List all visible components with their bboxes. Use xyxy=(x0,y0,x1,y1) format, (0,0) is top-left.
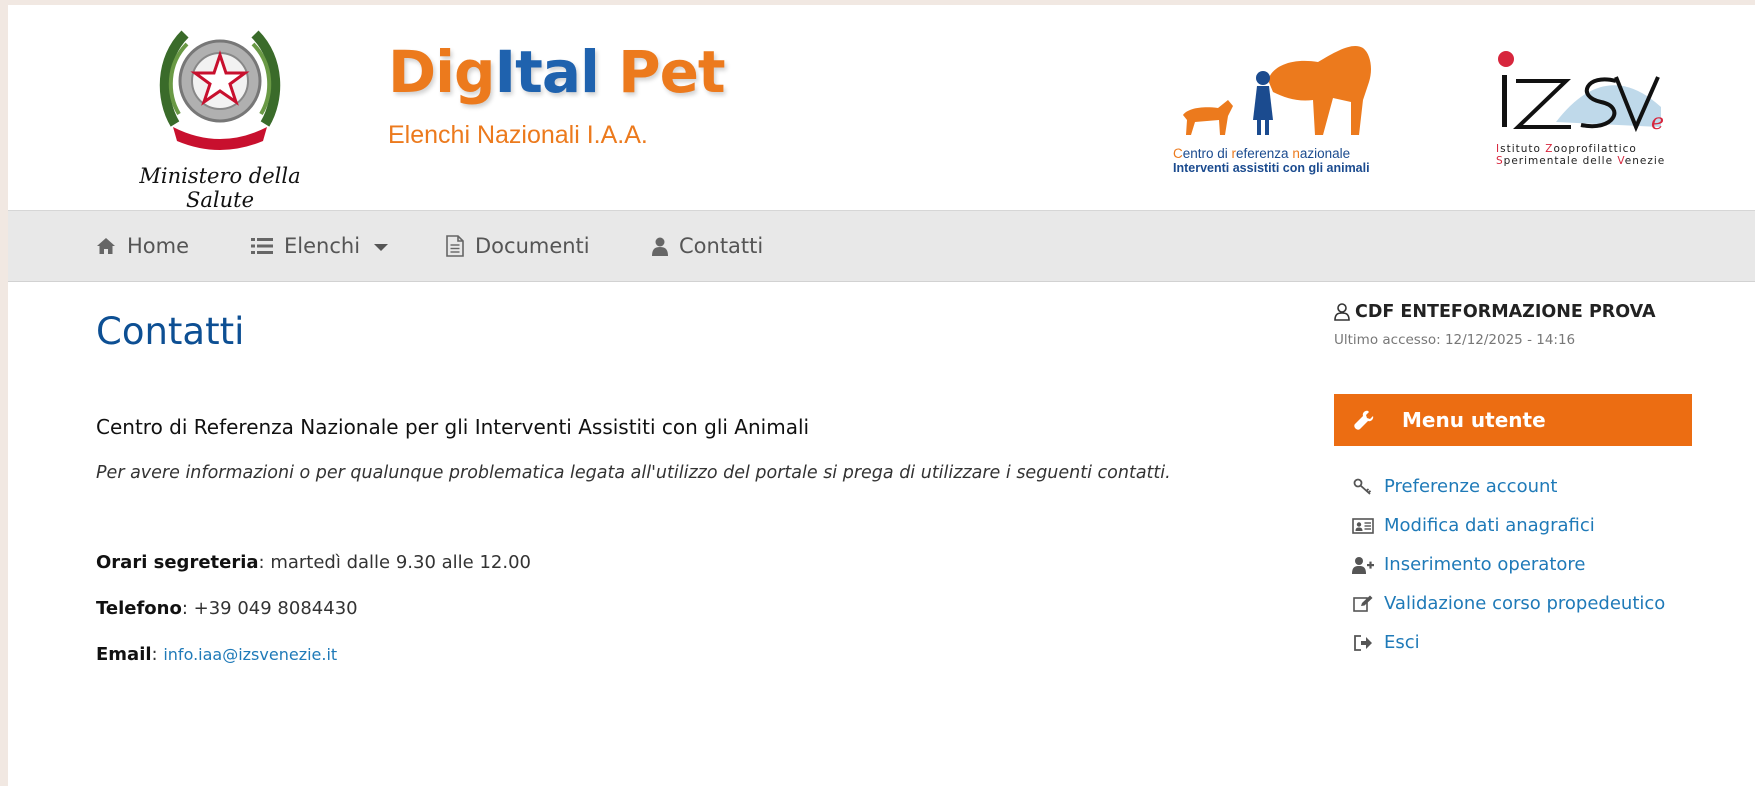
email-link[interactable]: info.iaa@izsvenezie.it xyxy=(163,645,337,664)
menu-item-label: Modifica dati anagrafici xyxy=(1384,515,1595,536)
list-icon xyxy=(251,237,273,255)
menu-item-modifica-dati[interactable]: Modifica dati anagrafici xyxy=(1351,506,1665,545)
logo-text: enezie xyxy=(1624,155,1666,167)
sign-out-icon xyxy=(1351,634,1375,651)
logo-text: entro di xyxy=(1182,146,1232,161)
id-card-icon xyxy=(1351,517,1375,534)
emblem-caption: Ministero della Salute xyxy=(139,164,301,212)
office-hours-value: : martedì dalle 9.30 alle 12.00 xyxy=(258,552,531,573)
izs-logo-line2: Sperimentale delle Venezie xyxy=(1496,155,1676,167)
logo-text: perimentale delle xyxy=(1503,155,1618,167)
logo-initial: S xyxy=(1496,155,1504,167)
user-name: CDF ENTEFORMAZIONE PROVA xyxy=(1355,302,1656,322)
centro-referenza-logo[interactable]: Centro di referenza nazionale Interventi… xyxy=(1173,40,1388,175)
office-hours-label: Orari segreteria xyxy=(96,552,259,573)
home-icon xyxy=(96,237,116,255)
logo-text: eferenza xyxy=(1236,146,1293,161)
page: Ministero della Salute DigItal Pet Elenc… xyxy=(8,5,1755,786)
wrench-icon xyxy=(1354,410,1374,430)
user-menu-list: Preferenze account Modifica dati anagraf… xyxy=(1351,467,1665,662)
edit-icon xyxy=(1351,595,1375,613)
document-icon xyxy=(446,235,464,257)
logo-initial: C xyxy=(1173,146,1183,161)
menu-item-esci[interactable]: Esci xyxy=(1351,623,1665,662)
user-outline-icon xyxy=(1334,303,1350,321)
logo-text: stituto xyxy=(1500,143,1546,155)
izs-logo-line1: Istituto Zooprofilattico xyxy=(1496,143,1676,155)
nav-contatti-label: Contatti xyxy=(679,234,764,258)
main-navbar: Home Elenchi Documenti Contatti xyxy=(8,210,1755,282)
key-icon xyxy=(1351,478,1375,496)
brand-title-part: Dig xyxy=(388,38,496,106)
nav-documenti-label: Documenti xyxy=(475,234,590,258)
centro-logo-line2: Interventi assistiti con gli animali xyxy=(1173,161,1370,175)
izsve-logo[interactable]: e Istituto Zooprofilattico Sperimentale … xyxy=(1496,47,1676,167)
nav-elenchi-label: Elenchi xyxy=(284,234,361,258)
phone-value: : +39 049 8084430 xyxy=(181,598,358,619)
nav-elenchi[interactable]: Elenchi xyxy=(251,211,389,281)
page-title: Contatti xyxy=(96,310,245,353)
menu-item-validazione-corso[interactable]: Validazione corso propedeutico xyxy=(1351,584,1665,623)
user-add-icon xyxy=(1351,556,1375,574)
phone-label: Telefono xyxy=(96,598,182,619)
user-icon xyxy=(652,237,668,256)
horse-child-dog-icon xyxy=(1183,45,1371,135)
menu-item-label: Validazione corso propedeutico xyxy=(1384,593,1666,614)
menu-item-inserimento-operatore[interactable]: Inserimento operatore xyxy=(1351,545,1665,584)
brand-title-part: Pet xyxy=(598,38,726,106)
user-menu-title: Menu utente xyxy=(1402,408,1546,432)
intro-text: Per avere informazioni o per qualunque p… xyxy=(96,463,1171,483)
brand-title: DigItal Pet xyxy=(388,43,726,101)
nav-documenti[interactable]: Documenti xyxy=(446,211,590,281)
email: Email: info.iaa@izsvenezie.it xyxy=(96,644,337,665)
chevron-down-icon xyxy=(374,244,389,251)
organization-name: Centro di Referenza Nazionale per gli In… xyxy=(96,415,810,439)
ministero-emblem-logo[interactable]: Ministero della Salute xyxy=(120,19,320,212)
last-access: Ultimo accesso: 12/12/2025 - 14:16 xyxy=(1334,332,1576,348)
nav-home[interactable]: Home xyxy=(96,211,189,281)
digital-pet-brand[interactable]: DigItal Pet Elenchi Nazionali I.A.A. xyxy=(388,43,726,150)
republic-emblem-icon xyxy=(159,30,281,150)
email-label: Email xyxy=(96,644,152,665)
logo-initial: n xyxy=(1292,146,1300,161)
office-hours: Orari segreteria: martedì dalle 9.30 all… xyxy=(96,552,531,573)
menu-item-label: Inserimento operatore xyxy=(1384,554,1586,575)
brand-title-part: Ital xyxy=(494,38,600,106)
logo-text: ooprofilattico xyxy=(1553,143,1637,155)
brand-subtitle: Elenchi Nazionali I.A.A. xyxy=(388,121,648,149)
centro-logo-line1: Centro di referenza nazionale xyxy=(1173,146,1388,161)
user-menu-header: Menu utente xyxy=(1334,394,1692,446)
menu-item-preferenze-account[interactable]: Preferenze account xyxy=(1351,467,1665,506)
site-header: Ministero della Salute DigItal Pet Elenc… xyxy=(8,5,1755,212)
menu-item-label: Esci xyxy=(1384,632,1420,653)
logo-initial: V xyxy=(1617,155,1625,167)
nav-contatti[interactable]: Contatti xyxy=(652,211,763,281)
email-separator: : xyxy=(151,644,164,665)
phone: Telefono: +39 049 8084430 xyxy=(96,598,358,619)
current-user: CDF ENTEFORMAZIONE PROVA xyxy=(1334,302,1656,322)
svg-text:e: e xyxy=(1651,110,1664,135)
izsve-mark-icon: e xyxy=(1498,51,1664,135)
nav-home-label: Home xyxy=(127,234,190,258)
menu-item-label: Preferenze account xyxy=(1384,476,1558,497)
logo-text: azionale xyxy=(1299,146,1351,161)
